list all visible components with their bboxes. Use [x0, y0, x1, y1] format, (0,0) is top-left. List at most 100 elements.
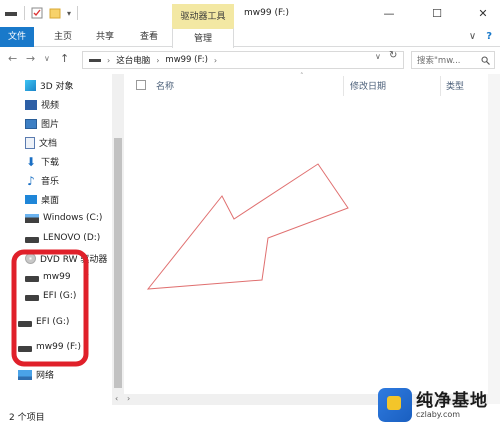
quick-access-toolbar: ▾ — [4, 6, 79, 20]
customize-qat-icon[interactable]: ▾ — [67, 9, 71, 18]
video-folder-icon — [25, 99, 37, 110]
drive-icon — [89, 59, 101, 62]
nav-item-desktop[interactable]: 桌面 — [25, 193, 59, 206]
refresh-button[interactable]: ↻ — [389, 50, 397, 61]
navigation-scrollbar[interactable] — [112, 74, 124, 404]
column-header-name[interactable]: 名称 — [156, 79, 174, 92]
breadcrumb-this-pc[interactable]: 这台电脑 — [116, 54, 150, 66]
nav-item-label: LENOVO (D:) — [43, 233, 101, 243]
nav-item-music[interactable]: ♪ 音乐 — [25, 173, 60, 188]
column-header-modified[interactable]: 修改日期 — [350, 79, 386, 92]
breadcrumb-separator-icon[interactable]: › — [156, 56, 159, 65]
nav-item-lenovo-d[interactable]: LENOVO (D:) — [25, 233, 100, 243]
nav-item-dvd-drive[interactable]: DVD RW 驱动器 — [25, 252, 107, 265]
tab-manage[interactable]: 管理 — [172, 27, 234, 48]
nav-item-label: mw99 — [43, 272, 71, 282]
watermark-logo-icon — [378, 388, 412, 422]
nav-item-videos[interactable]: 视频 — [25, 98, 59, 111]
content-scrollbar[interactable] — [488, 74, 500, 404]
dvd-drive-icon — [25, 253, 36, 264]
drive-icon — [25, 275, 39, 282]
column-divider[interactable] — [440, 76, 441, 96]
nav-item-label: 网络 — [36, 371, 55, 381]
select-all-checkbox[interactable] — [136, 80, 146, 90]
sort-indicator-icon: ˄ — [300, 72, 304, 80]
nav-item-mw99-f[interactable]: mw99 (F:) — [18, 342, 81, 352]
nav-item-label: 图片 — [41, 120, 60, 130]
file-list-pane[interactable] — [126, 74, 488, 404]
window-title: mw99 (F:) — [244, 8, 289, 18]
nav-item-label: 文档 — [39, 139, 58, 149]
nav-item-label: 3D 对象 — [40, 82, 74, 92]
nav-item-pictures[interactable]: 图片 — [25, 117, 59, 130]
breadcrumb-separator-icon[interactable]: › — [107, 56, 110, 65]
drive-icon — [25, 236, 39, 243]
ribbon-tabs: 文件 主页 共享 查看 管理 ∨ ? — [0, 27, 500, 48]
address-history-dropdown-icon[interactable]: ∨ — [375, 52, 381, 61]
scroll-right-icon[interactable]: › — [127, 394, 130, 403]
new-folder-icon[interactable] — [49, 7, 61, 19]
search-icon — [481, 56, 490, 65]
nav-item-windows-c[interactable]: Windows (C:) — [25, 213, 102, 223]
nav-item-label: Windows (C:) — [43, 213, 103, 223]
address-bar[interactable]: › 这台电脑 › mw99 (F:) › — [82, 51, 404, 69]
nav-item-label: EFI (G:) — [36, 317, 70, 327]
tab-view[interactable]: 查看 — [134, 27, 164, 47]
nav-item-downloads[interactable]: ⬇ 下载 — [25, 154, 59, 169]
nav-item-mw99[interactable]: mw99 — [25, 272, 71, 282]
downloads-folder-icon: ⬇ — [25, 154, 37, 169]
nav-item-label: mw99 (F:) — [36, 342, 81, 352]
documents-folder-icon — [25, 136, 35, 149]
watermark-brand: 纯净基地 — [416, 390, 488, 411]
watermark-site: czlaby.com — [416, 409, 461, 419]
nav-item-label: DVD RW 驱动器 — [40, 255, 108, 265]
drive-icon — [5, 12, 17, 16]
drive-icon — [18, 320, 32, 327]
properties-icon[interactable] — [31, 7, 43, 19]
nav-item-label: 音乐 — [41, 177, 60, 187]
item-count: 2 个项目 — [9, 413, 45, 423]
minimize-button[interactable]: — — [372, 0, 406, 27]
nav-item-network[interactable]: 网络 — [18, 368, 54, 381]
nav-item-efi-g[interactable]: EFI (G:) — [25, 291, 76, 301]
tab-share[interactable]: 共享 — [90, 27, 120, 47]
forward-button[interactable]: → — [26, 52, 35, 65]
drive-icon — [18, 345, 32, 352]
nav-item-documents[interactable]: 文档 — [25, 136, 57, 149]
drive-tools-context-label: 驱动器工具 — [172, 4, 234, 27]
navigation-pane: 3D 对象 视频 图片 文档 ⬇ 下载 ♪ 音乐 桌面 Windows (C:)… — [0, 74, 124, 404]
collapse-ribbon-icon[interactable]: ∨ — [469, 31, 476, 42]
music-folder-icon: ♪ — [27, 173, 35, 188]
watermark-text: 纯净基地 czlaby.com — [416, 392, 488, 419]
close-button[interactable]: ✕ — [466, 0, 500, 27]
drive-icon — [25, 294, 39, 301]
network-icon — [18, 369, 32, 380]
watermark: 纯净基地 czlaby.com — [378, 388, 488, 422]
nav-item-3d-objects[interactable]: 3D 对象 — [25, 79, 74, 92]
column-header-type[interactable]: 类型 — [446, 79, 464, 92]
breadcrumb-separator-icon[interactable]: › — [214, 56, 217, 65]
maximize-button[interactable]: ☐ — [420, 0, 454, 27]
navigation-scrollbar-thumb[interactable] — [114, 138, 122, 388]
back-button[interactable]: ← — [8, 52, 17, 65]
recent-locations-button[interactable]: ∨ — [44, 54, 50, 63]
ribbon-right-controls: ∨ ? — [469, 31, 492, 42]
nav-item-label: 桌面 — [41, 196, 60, 206]
search-input[interactable]: 搜索"mw... — [411, 51, 495, 69]
column-divider[interactable] — [343, 76, 344, 96]
nav-item-label: 视频 — [41, 101, 60, 111]
expand-indicator-icon[interactable]: ˄ — [86, 273, 90, 281]
title-bar: ▾ 驱动器工具 mw99 (F:) — ☐ ✕ — [0, 0, 500, 27]
nav-item-efi-g-2[interactable]: EFI (G:) — [18, 317, 69, 327]
scroll-left-icon[interactable]: ‹ — [115, 394, 118, 403]
help-icon[interactable]: ? — [486, 31, 492, 42]
breadcrumb-current-drive[interactable]: mw99 (F:) — [165, 55, 207, 65]
windows-drive-icon — [25, 213, 39, 223]
tab-home[interactable]: 主页 — [48, 27, 78, 47]
tab-file[interactable]: 文件 — [0, 27, 34, 47]
desktop-folder-icon — [25, 195, 37, 204]
nav-item-label: EFI (G:) — [43, 291, 77, 301]
search-placeholder: 搜索"mw... — [417, 56, 461, 66]
3d-objects-icon — [25, 80, 36, 91]
up-button[interactable]: ↑ — [60, 52, 69, 65]
